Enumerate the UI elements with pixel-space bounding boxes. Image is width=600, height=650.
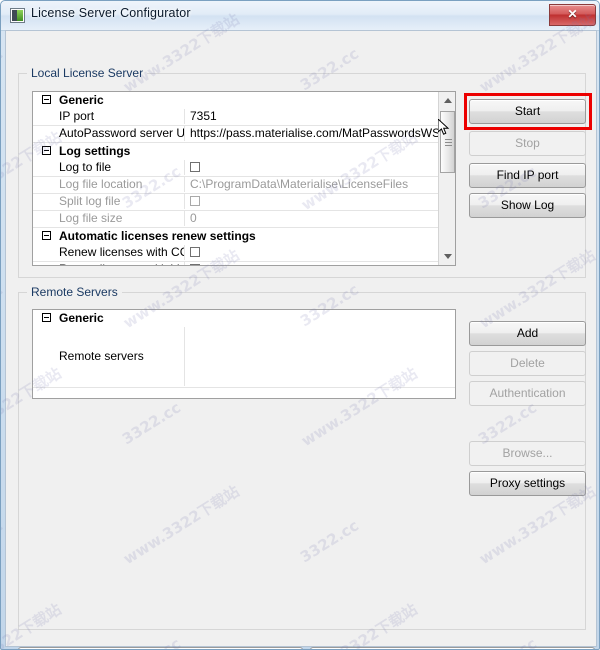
collapse-expander-icon[interactable] bbox=[42, 95, 51, 104]
collapse-expander-icon[interactable] bbox=[42, 146, 51, 155]
dialog-window: License Server Configurator ✕ Local Lice… bbox=[0, 0, 600, 650]
close-window-button[interactable]: ✕ bbox=[549, 4, 596, 26]
property-category-row[interactable]: Generic bbox=[33, 310, 455, 327]
local-property-rows: GenericIP port7351AutoPassword server UR… bbox=[33, 92, 455, 265]
property-row[interactable]: Remote servers bbox=[33, 327, 455, 388]
property-row[interactable]: Renew licenses with CC-key bbox=[33, 245, 455, 262]
local-grid-scrollbar[interactable] bbox=[438, 92, 455, 265]
property-name: Remote servers bbox=[33, 327, 185, 386]
property-value[interactable]: https://pass.materialise.com/MatPassword… bbox=[186, 126, 455, 141]
proxy-settings-button[interactable]: Proxy settings bbox=[469, 471, 586, 496]
checkbox-unchecked-icon[interactable] bbox=[190, 264, 200, 265]
property-name: Renew licenses with CC-key bbox=[33, 245, 185, 260]
property-name: IP port bbox=[33, 109, 185, 124]
stop-button-label: Stop bbox=[515, 136, 540, 150]
property-name: Renew licenses with Vouch... bbox=[33, 262, 185, 265]
property-name: Log file location bbox=[33, 177, 185, 192]
authentication-button-label: Authentication bbox=[489, 386, 566, 400]
collapse-expander-icon[interactable] bbox=[42, 313, 51, 322]
proxy-settings-button-label: Proxy settings bbox=[489, 476, 566, 490]
property-row[interactable]: Log file size 0 bbox=[33, 211, 455, 228]
checkbox-unchecked-icon[interactable] bbox=[190, 247, 200, 257]
find-ip-port-button-label: Find IP port bbox=[496, 168, 559, 182]
property-value[interactable] bbox=[186, 194, 455, 209]
checkbox-unchecked-icon[interactable] bbox=[190, 196, 200, 206]
dialog-client-area: Local License Server Generic IP port 7351 A… bbox=[5, 30, 597, 649]
scrollbar-thumb[interactable] bbox=[440, 111, 455, 173]
property-row[interactable]: AutoPassword server URLhttps://pass.mate… bbox=[33, 126, 455, 143]
property-value[interactable]: 0 bbox=[186, 211, 455, 226]
property-category-label: Generic bbox=[59, 93, 104, 107]
property-row[interactable]: Log to file bbox=[33, 160, 455, 177]
property-value[interactable]: 7351 bbox=[186, 109, 455, 124]
property-name: Log to file bbox=[33, 160, 185, 175]
property-value[interactable] bbox=[186, 160, 455, 175]
add-button-label: Add bbox=[516, 326, 539, 340]
collapse-expander-icon[interactable] bbox=[42, 231, 51, 240]
scroll-down-arrow-icon[interactable] bbox=[439, 248, 455, 265]
show-log-button[interactable]: Show Log bbox=[469, 193, 586, 218]
browse-button-label: Browse... bbox=[502, 446, 553, 460]
show-log-button-label: Show Log bbox=[500, 198, 555, 212]
property-category-label: Log settings bbox=[59, 144, 131, 158]
property-value[interactable] bbox=[186, 245, 455, 260]
app-window-icon bbox=[10, 8, 25, 23]
property-value[interactable]: C:\ProgramData\Materialise\LicenseFiles bbox=[186, 177, 455, 192]
remote-property-grid[interactable]: Generic Remote servers bbox=[32, 309, 456, 399]
property-row[interactable]: Split log file bbox=[33, 194, 455, 211]
title-bar: License Server Configurator ✕ bbox=[1, 1, 599, 31]
property-category-label: Generic bbox=[59, 311, 104, 325]
scroll-up-arrow-icon[interactable] bbox=[439, 92, 455, 109]
group-remote-title: Remote Servers bbox=[27, 285, 122, 299]
property-name: Split log file bbox=[33, 194, 185, 209]
local-property-grid[interactable]: GenericIP port7351AutoPassword server UR… bbox=[32, 91, 456, 266]
property-name: AutoPassword server URL bbox=[33, 126, 185, 141]
property-row[interactable]: Renew licenses with Vouch... bbox=[33, 262, 455, 265]
property-row[interactable]: IP port 7351 bbox=[33, 109, 455, 126]
stop-button: Stop bbox=[469, 131, 586, 156]
property-category-label: Automatic licenses renew settings bbox=[59, 229, 256, 243]
property-value[interactable] bbox=[186, 262, 455, 265]
authentication-button: Authentication bbox=[469, 381, 586, 406]
browse-button: Browse... bbox=[469, 441, 586, 466]
property-name: Log file size bbox=[33, 211, 185, 226]
delete-button: Delete bbox=[469, 351, 586, 376]
property-category-row[interactable]: Generic bbox=[33, 92, 455, 109]
add-button[interactable]: Add bbox=[469, 321, 586, 346]
find-ip-port-button[interactable]: Find IP port bbox=[469, 163, 586, 188]
property-value[interactable] bbox=[186, 327, 455, 386]
property-category-row[interactable]: Automatic licenses renew settings bbox=[33, 228, 455, 245]
start-button-label: Start bbox=[514, 104, 541, 118]
delete-button-label: Delete bbox=[510, 356, 545, 370]
group-local-title: Local License Server bbox=[27, 66, 148, 80]
property-category-row[interactable]: Log settings bbox=[33, 143, 455, 160]
property-row[interactable]: Log file location C:\ProgramData\Material… bbox=[33, 177, 455, 194]
start-button[interactable]: Start bbox=[469, 99, 586, 124]
checkbox-unchecked-icon[interactable] bbox=[190, 162, 200, 172]
window-title: License Server Configurator bbox=[31, 6, 191, 20]
remote-property-rows: Generic Remote servers bbox=[33, 310, 455, 388]
